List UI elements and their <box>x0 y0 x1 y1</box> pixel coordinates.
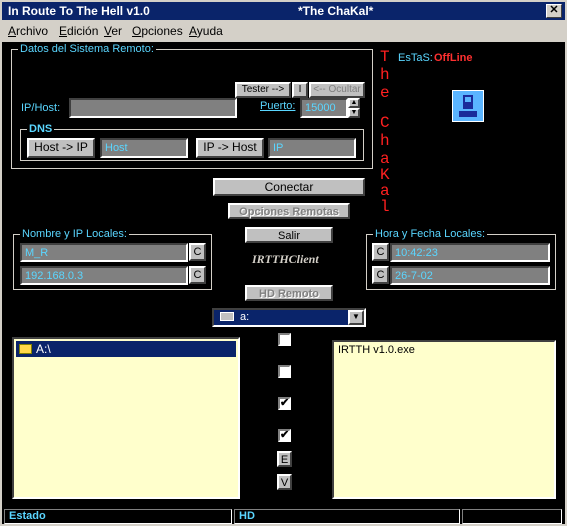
puerto-input[interactable]: 15000 <box>300 98 348 118</box>
time-field[interactable]: 10:42:23 <box>390 243 550 262</box>
host-input[interactable]: Host <box>100 138 188 158</box>
window-title: In Route To The Hell v1.0 <box>8 4 150 18</box>
brand-letter: h <box>380 132 390 150</box>
salir-button[interactable]: Salir <box>245 227 333 243</box>
brand-letter: C <box>380 114 390 132</box>
local-ip-field[interactable]: 192.168.0.3 <box>20 266 188 285</box>
copy-time-button[interactable]: C <box>372 243 389 261</box>
local-folder-tree[interactable]: A:\ <box>12 337 240 499</box>
drive-value: a: <box>240 311 250 323</box>
ip-to-host-button[interactable]: IP -> Host <box>196 138 264 158</box>
client-label: IRTTHClient <box>252 252 319 266</box>
ip-host-input[interactable] <box>69 98 237 118</box>
info-button[interactable]: I <box>292 82 308 98</box>
menu-opciones[interactable]: Opciones <box>132 24 183 38</box>
menu-ver[interactable]: Ver <box>104 24 122 38</box>
spin-down-arrow-icon[interactable]: ▼ <box>348 108 360 118</box>
checkbox-4[interactable]: ✔ <box>278 429 291 442</box>
local-name-field[interactable]: M_R <box>20 243 188 262</box>
folder-item-selected[interactable]: A:\ <box>16 341 236 357</box>
menu-bar: Archivo Edición Ver Opciones Ayuda <box>2 20 565 42</box>
brand-letter: e <box>380 84 390 102</box>
computer-icon <box>452 90 484 122</box>
copy-ip-button[interactable]: C <box>189 266 206 284</box>
remote-file-list[interactable]: IRTTH v1.0.exe <box>332 340 556 499</box>
checkbox-1[interactable] <box>278 333 291 346</box>
copy-date-button[interactable]: C <box>372 266 389 284</box>
status-extra <box>462 509 562 524</box>
ip-host-label: IP/Host: <box>21 102 61 114</box>
title-bar[interactable]: In Route To The Hell v1.0 *The ChaKal* ✕ <box>2 2 565 20</box>
local-group-label: Nombre y IP Locales: <box>20 228 129 240</box>
opciones-remotas-button[interactable]: Opciones Remotas <box>228 203 350 219</box>
status-estado: Estado <box>4 509 232 524</box>
status-hd: HD <box>234 509 460 524</box>
dns-label: DNS <box>27 123 55 135</box>
spin-up-arrow-icon[interactable]: ▲ <box>348 98 360 108</box>
menu-archivo[interactable]: Archivo <box>8 24 48 38</box>
tester-button[interactable]: Tester --> <box>235 82 291 98</box>
host-to-ip-button[interactable]: Host -> IP <box>27 138 95 158</box>
drive-icon <box>220 312 234 321</box>
menu-edicion[interactable]: Edición <box>59 24 98 38</box>
conectar-button[interactable]: Conectar <box>213 178 365 196</box>
remote-group-label: Datos del Sistema Remoto: <box>18 43 156 55</box>
date-field[interactable]: 26-7-02 <box>390 266 550 285</box>
close-button[interactable]: ✕ <box>546 4 562 18</box>
drive-select[interactable]: a: ▼ <box>212 308 366 327</box>
hd-remoto-button[interactable]: HD Remoto <box>245 285 333 301</box>
checkbox-2[interactable] <box>278 365 291 378</box>
ocultar-button[interactable]: <-- Ocultar <box>309 82 365 98</box>
e-button[interactable]: E <box>277 451 292 467</box>
brand-letter: h <box>380 66 390 84</box>
brand-letter: l <box>380 198 390 216</box>
v-button[interactable]: V <box>277 474 292 490</box>
puerto-label: Puerto: <box>260 100 296 112</box>
ip-input[interactable]: IP <box>268 138 356 158</box>
file-item[interactable]: IRTTH v1.0.exe <box>338 344 415 356</box>
chevron-down-icon[interactable]: ▼ <box>348 310 364 325</box>
checkbox-3[interactable]: ✔ <box>278 397 291 410</box>
time-group-label: Hora y Fecha Locales: <box>373 228 488 240</box>
estas-label: EsTaS: <box>398 52 433 64</box>
brand-letter: T <box>380 48 390 66</box>
folder-icon <box>19 344 32 354</box>
connection-status: OffLine <box>434 52 473 64</box>
main-window: In Route To The Hell v1.0 *The ChaKal* ✕… <box>0 0 567 526</box>
window-subtitle: *The ChaKal* <box>298 4 374 18</box>
copy-name-button[interactable]: C <box>189 243 206 261</box>
status-bar: Estado HD <box>2 508 565 524</box>
menu-ayuda[interactable]: Ayuda <box>189 24 223 38</box>
folder-label: A:\ <box>36 342 51 356</box>
